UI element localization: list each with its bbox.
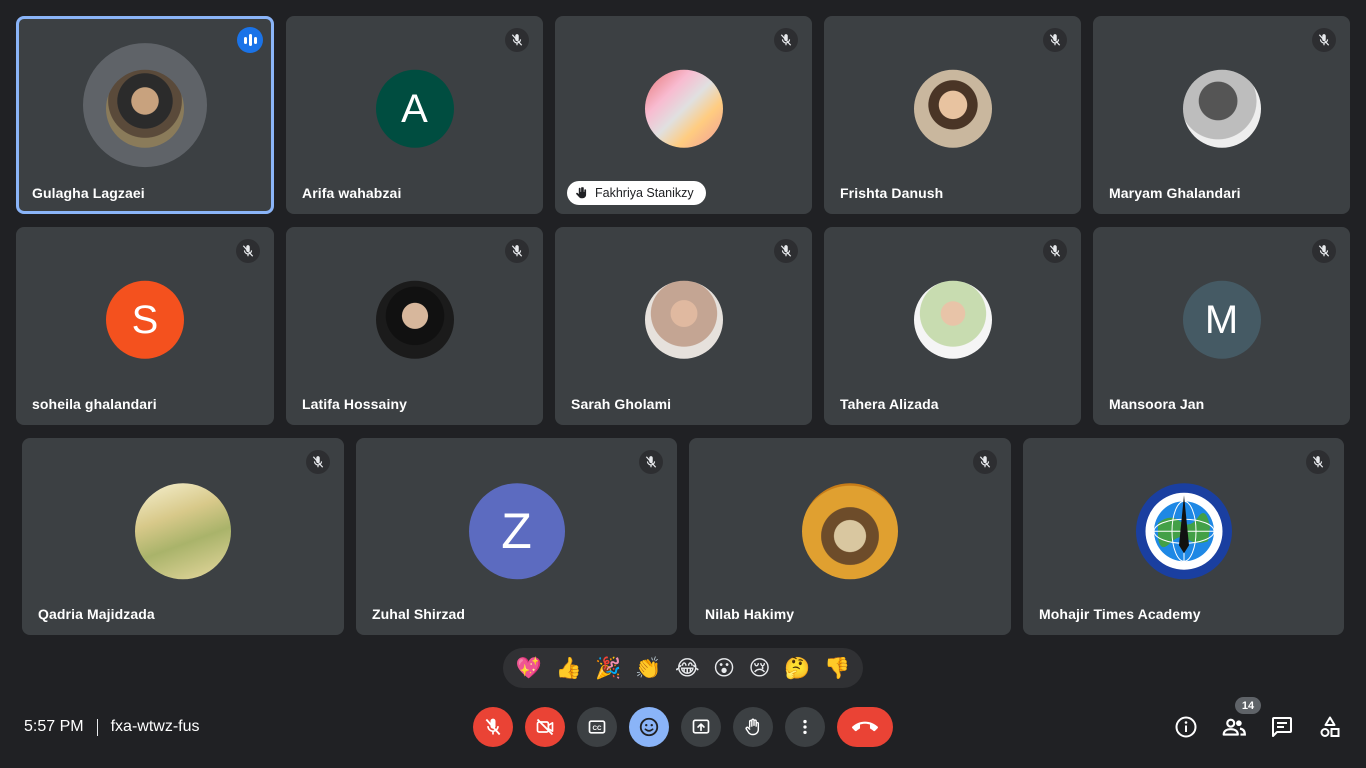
info-icon [1175,716,1197,738]
raise-hand-button[interactable] [733,707,773,747]
participant-name: Tahera Alizada [840,396,939,412]
camera-off-icon [536,718,554,736]
participant-photo [913,69,992,148]
people-button[interactable] [1219,712,1249,742]
hang-up-icon [852,721,878,732]
mic-muted-icon [774,28,798,52]
participant-name: soheila ghalandari [32,396,157,412]
participant-name: Frishta Danush [840,185,944,201]
participant-name: Maryam Ghalandari [1109,185,1241,201]
participant-initial: M [1182,280,1261,359]
mic-off-icon [485,718,501,736]
mic-muted-icon [306,450,330,474]
reactions-button[interactable] [629,707,669,747]
participant-name: Sarah Gholami [571,396,672,412]
participant-tile[interactable]: Frishta Danush [824,16,1081,214]
emoji-icon [639,717,659,737]
participant-name: Fakhriya Stanikzy [595,186,694,200]
svg-text:CC: CC [592,725,602,732]
reactions-bar: 💖 👍 🎉 👏 😂 😮 😢 🤔 👎 [503,648,863,688]
participant-photo [913,280,992,359]
present-button[interactable] [681,707,721,747]
mic-muted-icon [1306,450,1330,474]
participant-photo [644,69,723,148]
meeting-time: 5:57 PM [24,718,84,735]
participant-name: Nilab Hakimy [705,606,795,622]
mic-muted-icon [505,28,529,52]
mic-muted-icon [236,239,260,263]
participant-photo [135,482,231,579]
mic-muted-icon [1043,239,1067,263]
more-options-icon [803,719,807,735]
mic-muted-icon [505,239,529,263]
participant-initial: S [106,280,184,359]
participant-name: Mansoora Jan [1109,396,1205,412]
mic-toggle-button[interactable] [473,707,513,747]
participant-name-pill: Fakhriya Stanikzy [567,181,706,205]
reaction-thinking[interactable]: 🤔 [784,657,810,679]
raise-hand-icon [745,718,760,736]
participant-name: Zuhal Shirzad [372,606,466,622]
chat-icon [1272,717,1292,737]
reaction-sparkling-heart[interactable]: 💖 [516,657,542,679]
activities-button[interactable] [1315,712,1345,742]
meeting-details-button[interactable] [1171,712,1201,742]
participant-tile[interactable]: Mohajir Times Academy [1023,438,1344,635]
reaction-party-popper[interactable]: 🎉 [595,657,621,679]
more-options-button[interactable] [785,707,825,747]
participant-name: Gulagha Lagzaei [32,185,145,201]
participant-tile[interactable]: M Mansoora Jan [1093,227,1350,425]
meeting-info: 5:57 PM fxa-wtwz-fus [24,718,200,736]
mic-muted-icon [1312,239,1336,263]
participant-name: Latifa Hossainy [302,396,407,412]
hand-icon [576,187,587,199]
reaction-clapping[interactable]: 👏 [635,657,661,679]
participant-tile[interactable]: Qadria Majidzada [22,438,344,635]
academy-logo [1135,482,1232,579]
reaction-tears-of-joy[interactable]: 😂 [675,657,700,679]
mic-muted-icon [639,450,663,474]
participant-tile[interactable]: Maryam Ghalandari [1093,16,1350,214]
divider [96,718,98,736]
participant-tile[interactable]: Nilab Hakimy [689,438,1011,635]
speaking-indicator-icon [237,27,263,53]
camera-toggle-button[interactable] [525,707,565,747]
participant-photo [375,280,454,359]
mic-muted-icon [1043,28,1067,52]
participant-tile[interactable]: Gulagha Lagzaei [16,16,274,214]
reaction-thumbs-down[interactable]: 👎 [824,657,850,679]
participant-tile[interactable]: Latifa Hossainy [286,227,543,425]
participant-tile[interactable]: S soheila ghalandari [16,227,274,425]
reaction-thumbs-up[interactable]: 👍 [556,657,582,679]
participant-name: Qadria Majidzada [38,606,155,622]
participant-photo [802,482,898,579]
participant-tile[interactable]: Z Zuhal Shirzad [356,438,677,635]
participant-tile[interactable]: Sarah Gholami [555,227,812,425]
mic-muted-icon [1312,28,1336,52]
participant-name: Arifa wahabzai [302,185,402,201]
reaction-crying[interactable]: 😢 [749,657,771,679]
participant-photo [106,69,184,148]
participant-tile[interactable]: Tahera Alizada [824,227,1081,425]
mic-muted-icon [774,239,798,263]
activities-icon [1320,716,1340,737]
captions-icon: CC [588,720,606,734]
present-icon [692,719,710,734]
reaction-surprised[interactable]: 😮 [713,657,735,679]
participant-name: Mohajir Times Academy [1039,606,1201,622]
participant-initial: A [375,69,454,148]
participant-photo [1182,69,1261,148]
participant-tile[interactable]: Fakhriya Stanikzy [555,16,812,214]
mic-muted-icon [973,450,997,474]
meeting-code[interactable]: fxa-wtwz-fus [111,718,200,736]
participant-initial: Z [468,482,565,579]
participant-photo [644,280,723,359]
participant-tile[interactable]: A Arifa wahabzai [286,16,543,214]
leave-call-button[interactable] [837,707,893,747]
chat-button[interactable] [1267,712,1297,742]
people-icon [1222,718,1246,736]
captions-button[interactable]: CC [577,707,617,747]
globe-logo-icon [1142,489,1225,573]
